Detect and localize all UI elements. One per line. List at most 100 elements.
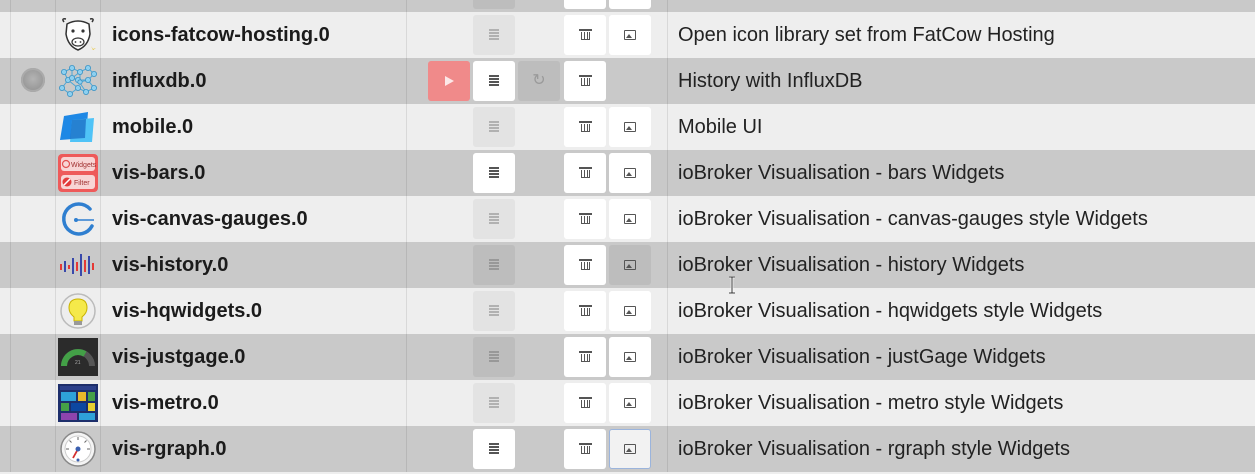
- image-icon: [624, 306, 636, 316]
- image-button[interactable]: [609, 337, 651, 377]
- delete-instance-button[interactable]: [564, 199, 606, 239]
- start-instance-button[interactable]: [428, 61, 470, 101]
- column-divider: [10, 426, 11, 472]
- log-button[interactable]: [473, 61, 515, 101]
- trash-icon: [578, 443, 592, 455]
- column-divider: [55, 242, 56, 288]
- column-divider: [667, 288, 668, 334]
- column-divider: [10, 12, 11, 58]
- trash-icon: [578, 305, 592, 317]
- column-divider: [10, 380, 11, 426]
- image-icon: [624, 398, 636, 408]
- column-divider: [667, 58, 668, 104]
- column-divider: [100, 150, 101, 196]
- text-cursor-icon: [729, 276, 735, 294]
- instance-description: Mobile UI: [678, 116, 763, 138]
- delete-instance-button[interactable]: [564, 291, 606, 331]
- instance-name: icons-fatcow-hosting.0: [112, 24, 330, 46]
- play-icon: [444, 76, 454, 86]
- delete-instance-button[interactable]: [564, 15, 606, 55]
- instance-row[interactable]: 21 vis-justgage.0 ioBroker Visualisation…: [0, 334, 1255, 380]
- column-divider: [100, 288, 101, 334]
- column-divider: [55, 12, 56, 58]
- instance-description: History with InfluxDB: [678, 70, 863, 92]
- delete-instance-button[interactable]: [564, 245, 606, 285]
- column-divider: [55, 0, 56, 12]
- delete-instance-button[interactable]: [564, 0, 606, 9]
- log-button: [473, 0, 515, 9]
- cow-icon: [58, 16, 98, 54]
- log-button: [473, 245, 515, 285]
- instance-row[interactable]: influxdb.0 ↻ History with InfluxDB: [0, 58, 1255, 104]
- column-divider: [406, 334, 407, 380]
- svg-text:Filter: Filter: [74, 180, 90, 187]
- instance-row[interactable]: png.0: [0, 0, 1255, 12]
- instance-name: png.0: [112, 0, 165, 12]
- log-icon: [489, 443, 499, 455]
- column-divider: [10, 242, 11, 288]
- column-divider: [55, 288, 56, 334]
- trash-icon: [578, 75, 592, 87]
- column-divider: [100, 380, 101, 426]
- delete-instance-button[interactable]: [564, 383, 606, 423]
- image-button[interactable]: [609, 383, 651, 423]
- instance-row[interactable]: vis-rgraph.0 ioBroker Visualisation - rg…: [0, 426, 1255, 472]
- column-divider: [100, 58, 101, 104]
- delete-instance-button[interactable]: [564, 153, 606, 193]
- delete-instance-button[interactable]: [564, 337, 606, 377]
- log-button: [473, 337, 515, 377]
- instance-row[interactable]: vis-history.0 ioBroker Visualisation - h…: [0, 242, 1255, 288]
- instance-row[interactable]: icons-fatcow-hosting.0 Open icon library…: [0, 12, 1255, 58]
- image-button[interactable]: [609, 199, 651, 239]
- instance-name: vis-history.0: [112, 254, 229, 276]
- column-divider: [667, 380, 668, 426]
- log-button[interactable]: [473, 153, 515, 193]
- image-button[interactable]: [609, 107, 651, 147]
- column-divider: [406, 242, 407, 288]
- rgraph-icon: [58, 430, 98, 468]
- image-button[interactable]: [609, 0, 651, 9]
- column-divider: [55, 58, 56, 104]
- column-divider: [406, 58, 407, 104]
- instance-description: ioBroker Visualisation - hqwidgets style…: [678, 300, 1103, 322]
- delete-instance-button[interactable]: [564, 61, 606, 101]
- image-button: [609, 245, 651, 285]
- instance-description: ioBroker Visualisation - justGage Widget…: [678, 346, 1046, 368]
- delete-instance-button[interactable]: [564, 429, 606, 469]
- log-icon: [489, 167, 499, 179]
- image-button[interactable]: [609, 429, 651, 469]
- column-divider: [406, 12, 407, 58]
- instance-row[interactable]: vis-metro.0 ioBroker Visualisation - met…: [0, 380, 1255, 426]
- trash-icon: [578, 351, 592, 363]
- vis-bars-icon: Widgets Filter: [58, 154, 98, 192]
- column-divider: [10, 334, 11, 380]
- trash-icon: [578, 397, 592, 409]
- instance-description: ioBroker Visualisation - rgraph style Wi…: [678, 438, 1071, 460]
- image-button[interactable]: [609, 153, 651, 193]
- instance-name: vis-bars.0: [112, 162, 206, 184]
- log-icon: [489, 121, 499, 133]
- instance-description: ioBroker Visualisation - canvas-gauges s…: [678, 208, 1148, 230]
- column-divider: [10, 150, 11, 196]
- log-button[interactable]: [473, 429, 515, 469]
- log-button: [473, 107, 515, 147]
- image-icon: [624, 168, 636, 178]
- image-button[interactable]: [609, 15, 651, 55]
- column-divider: [667, 150, 668, 196]
- instance-row[interactable]: Widgets Filter vis-bars.0 ioBroker Visual…: [0, 150, 1255, 196]
- column-divider: [100, 12, 101, 58]
- delete-instance-button[interactable]: [564, 107, 606, 147]
- image-button[interactable]: [609, 291, 651, 331]
- image-icon: [624, 352, 636, 362]
- column-divider: [100, 242, 101, 288]
- log-icon: [489, 213, 499, 225]
- instance-name: mobile.0: [112, 116, 194, 138]
- restart-button: ↻: [518, 61, 560, 101]
- history-bars-icon: [58, 246, 98, 284]
- instance-row[interactable]: mobile.0 Mobile UI: [0, 104, 1255, 150]
- instance-row[interactable]: vis-canvas-gauges.0 ioBroker Visualisati…: [0, 196, 1255, 242]
- image-icon: [624, 30, 636, 40]
- log-button: [473, 383, 515, 423]
- instance-row[interactable]: vis-hqwidgets.0 ioBroker Visualisation -…: [0, 288, 1255, 334]
- instance-name: influxdb.0: [112, 70, 207, 92]
